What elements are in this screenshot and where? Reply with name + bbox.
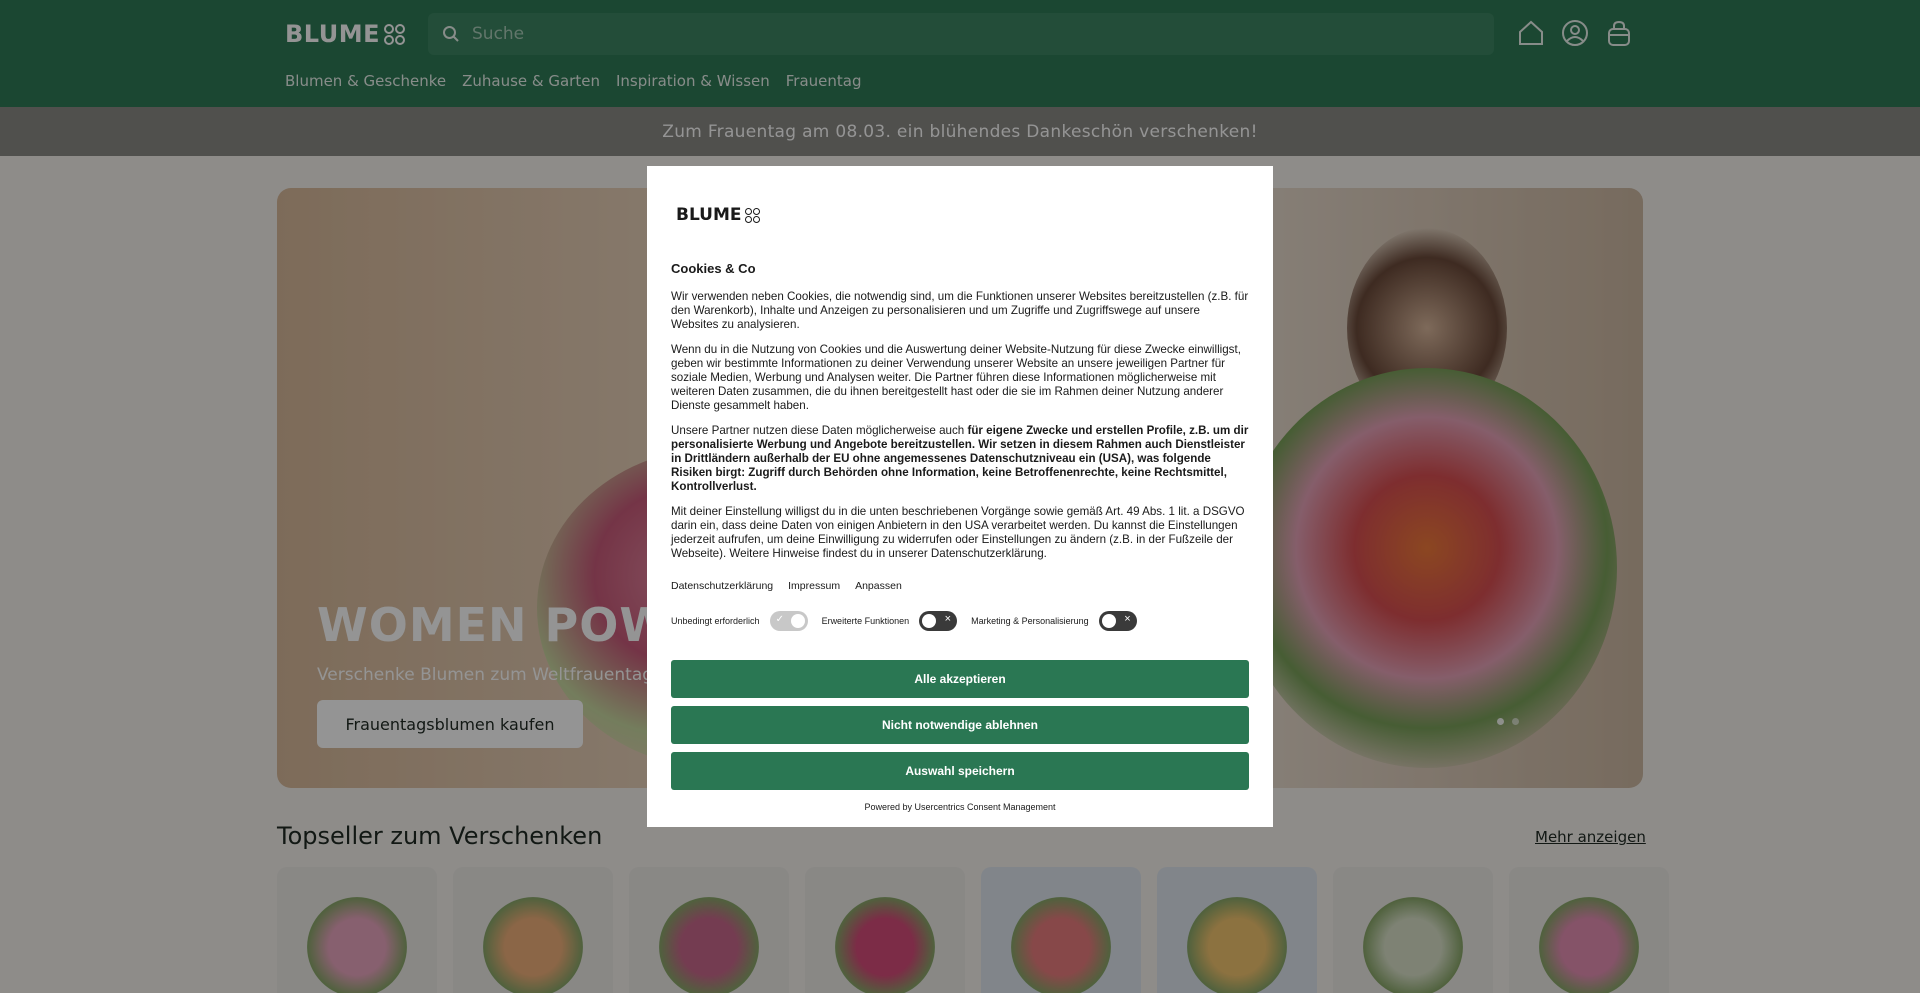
- consent-paragraph: Wenn du in die Nutzung von Cookies und d…: [671, 343, 1241, 412]
- toggle-label-required: Unbedingt erforderlich: [671, 616, 760, 626]
- consent-logo-text: BLUME: [676, 205, 742, 225]
- consent-logo: BLUME: [676, 205, 760, 225]
- consent-paragraph: Mit deiner Einstellung willigst du in di…: [671, 505, 1245, 560]
- consent-text: Wir verwenden neben Cookies, die notwend…: [671, 290, 1249, 573]
- cookie-consent-dialog: BLUME Cookies & Co Wir verwenden neben C…: [647, 166, 1273, 827]
- privacy-policy-link[interactable]: Datenschutzerklärung: [671, 580, 773, 592]
- close-icon: ×: [944, 613, 952, 625]
- close-icon: ×: [1124, 613, 1131, 625]
- consent-title: Cookies & Co: [671, 261, 756, 276]
- customize-link[interactable]: Anpassen: [855, 580, 902, 592]
- save-selection-button[interactable]: Auswahl speichern: [671, 752, 1249, 790]
- imprint-link[interactable]: Impressum: [788, 580, 840, 592]
- toggle-required[interactable]: ✓: [769, 611, 808, 631]
- consent-risks-intro: Unsere Partner nutzen diese Daten möglic…: [671, 424, 968, 438]
- consent-paragraph: Wir verwenden neben Cookies, die notwend…: [671, 290, 1249, 331]
- consent-links: Datenschutzerklärung Impressum Anpassen: [671, 580, 902, 592]
- reject-non-essential-button[interactable]: Nicht notwendige ablehnen: [671, 706, 1249, 744]
- logo-flower-icon: [744, 207, 760, 223]
- toggle-label-marketing: Marketing & Personalisierung: [971, 616, 1089, 626]
- consent-paragraph-risks: Unsere Partner nutzen diese Daten möglic…: [671, 424, 1249, 493]
- toggle-extended-functions[interactable]: ×: [919, 611, 958, 631]
- powered-by-text: Powered by Usercentrics Consent Manageme…: [864, 802, 1056, 812]
- toggle-label-extended: Erweiterte Funktionen: [821, 616, 910, 626]
- toggle-marketing[interactable]: ×: [1098, 611, 1137, 631]
- check-icon: ✓: [775, 614, 784, 625]
- accept-all-button[interactable]: Alle akzeptieren: [671, 660, 1249, 698]
- consent-toggles: Unbedingt erforderlich ✓ Erweiterte Funk…: [671, 611, 1151, 631]
